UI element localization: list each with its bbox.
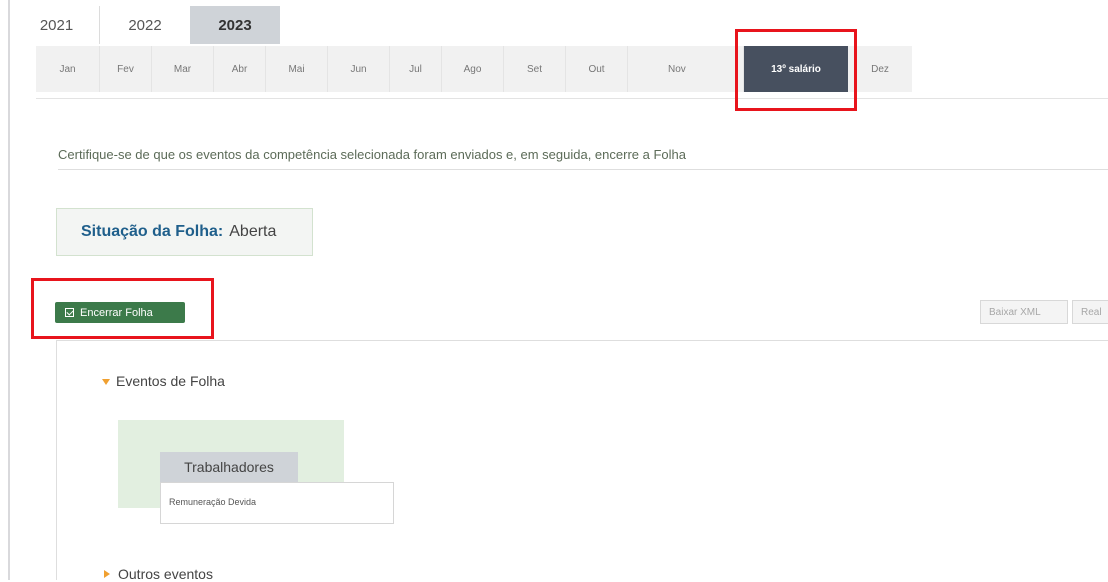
month-tabs-divider [36,98,1108,99]
caret-right-icon [104,570,110,578]
payroll-status-value: Aberta [229,223,277,240]
payroll-events-section[interactable]: Eventos de Folha [116,373,225,389]
month-tab-jul[interactable]: Jul [390,46,442,92]
actions-divider [56,340,1108,341]
month-tab-ago[interactable]: Ago [442,46,504,92]
remuneracao-devida-item[interactable]: Remuneração Devida [160,482,394,524]
payroll-status-label: Situação da Folha: [81,223,224,240]
month-tab-mai[interactable]: Mai [266,46,328,92]
download-xml-button[interactable]: Baixar XML [980,300,1068,324]
month-tab-set[interactable]: Set [504,46,566,92]
month-tab-nov[interactable]: Nov [628,46,744,92]
month-tab-mar[interactable]: Mar [152,46,214,92]
instruction-text: Certifique-se de que os eventos da compe… [58,147,686,162]
year-tab-2022[interactable]: 2022 [100,6,190,44]
month-tab-jun[interactable]: Jun [328,46,390,92]
year-tab-2021[interactable]: 2021 [14,6,100,44]
sections-vertical-line [56,340,57,580]
month-tab-fev[interactable]: Fev [100,46,152,92]
month-tab-abr[interactable]: Abr [214,46,266,92]
month-tab-dez[interactable]: Dez [848,46,912,92]
highlight-13-salario [735,29,857,111]
instruction-divider [58,169,1108,170]
left-border [8,0,10,580]
year-tab-2023[interactable]: 2023 [190,6,280,44]
payroll-status-box: Situação da Folha: Aberta [56,208,313,256]
highlight-close-payroll [31,278,214,339]
month-tab-jan[interactable]: Jan [36,46,100,92]
truncated-action-button[interactable]: Real [1072,300,1108,324]
caret-down-icon [102,379,110,385]
workers-group-header: Trabalhadores [160,452,298,482]
month-tab-out[interactable]: Out [566,46,628,92]
